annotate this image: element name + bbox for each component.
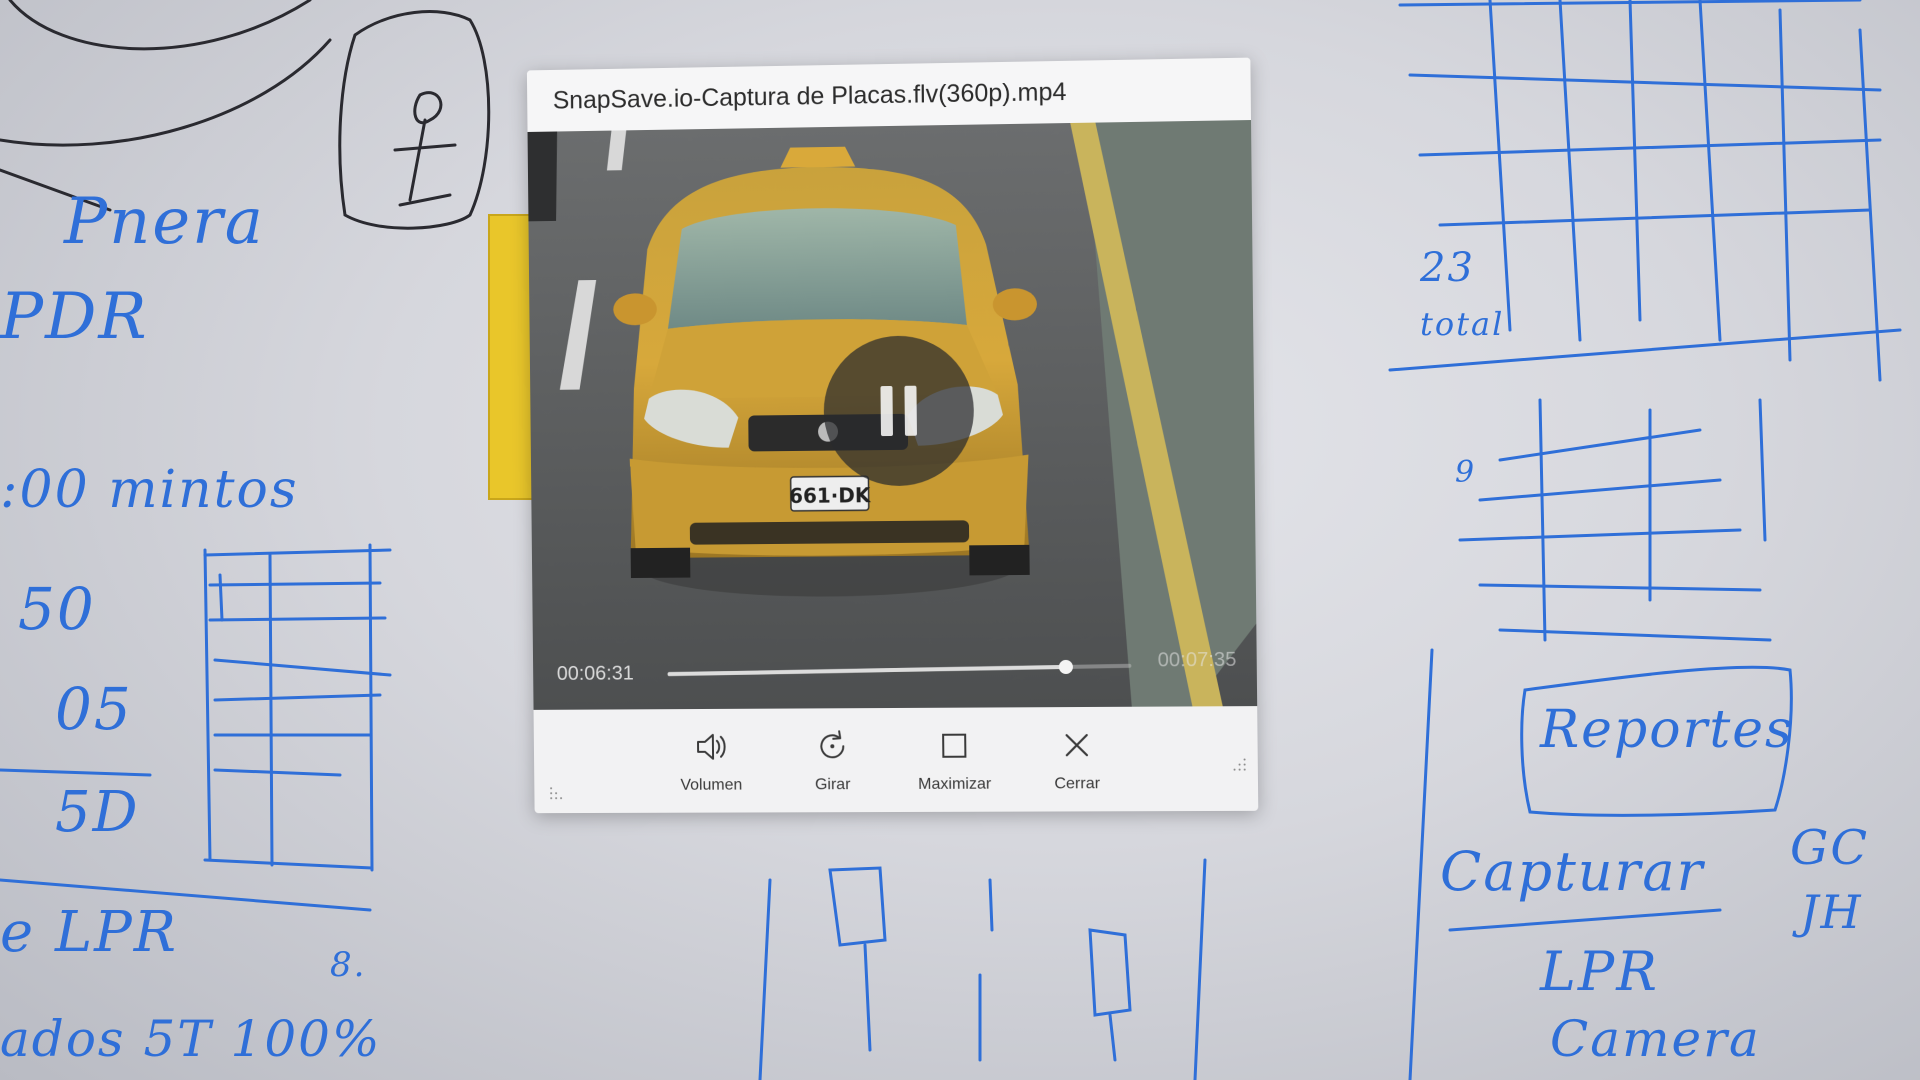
volume-button[interactable]: Volumen	[671, 727, 751, 813]
speaker-icon	[691, 727, 731, 767]
whiteboard-note: :00 mintos	[0, 460, 299, 520]
close-icon	[1056, 725, 1097, 765]
pause-icon	[904, 385, 917, 436]
maximize-button[interactable]: Maximizar	[914, 726, 995, 812]
pause-button[interactable]	[823, 334, 975, 487]
video-player-window[interactable]: SnapSave.io-Captura de Placas.flv(360p).…	[526, 57, 1259, 814]
whiteboard-note: Camera	[1550, 1010, 1761, 1068]
whiteboard-note: total	[1420, 305, 1505, 343]
resize-grip-icon[interactable]	[548, 785, 566, 803]
whiteboard-note: GC	[1790, 820, 1870, 876]
rotate-label: Girar	[814, 776, 851, 794]
whiteboard-note: LPR	[1540, 940, 1659, 1003]
close-label: Cerrar	[1054, 775, 1101, 793]
whiteboard-note: PDR	[0, 280, 149, 354]
whiteboard-note: Reportes	[1540, 700, 1794, 760]
control-bar: Volumen Girar Maximizar Cerrar	[534, 706, 1259, 813]
rotate-icon	[812, 730, 852, 766]
close-button[interactable]: Cerrar	[1036, 725, 1117, 812]
video-area[interactable]: 661·DK 00:06:31 00:07:35	[527, 120, 1258, 710]
whiteboard-note: 05	[55, 675, 133, 743]
pause-icon	[880, 385, 893, 437]
whiteboard-note: Pnera	[64, 185, 265, 259]
current-time: 00:06:31	[556, 662, 634, 685]
volume-label: Volumen	[680, 776, 743, 794]
whiteboard-note: JH	[1800, 885, 1863, 939]
maximize-icon	[934, 726, 974, 766]
maximize-label: Maximizar	[918, 775, 992, 793]
whiteboard-note: 50	[18, 575, 96, 643]
resize-grip-icon[interactable]	[1229, 756, 1247, 774]
video-title: SnapSave.io-Captura de Placas.flv(360p).…	[552, 77, 1067, 115]
rotate-button[interactable]: Girar	[792, 726, 873, 812]
whiteboard-note: 9	[1455, 455, 1477, 490]
whiteboard-note: e LPR	[0, 900, 178, 965]
whiteboard-note: 23	[1420, 245, 1475, 291]
whiteboard-note: ados 5T 100%	[0, 1010, 382, 1068]
whiteboard-note: 5D	[55, 780, 140, 845]
total-time: 00:07:35	[1157, 648, 1237, 672]
whiteboard-note: 8.	[330, 945, 367, 985]
whiteboard-note: Capturar	[1440, 840, 1705, 903]
license-plate-text: 661·DK	[789, 484, 872, 508]
